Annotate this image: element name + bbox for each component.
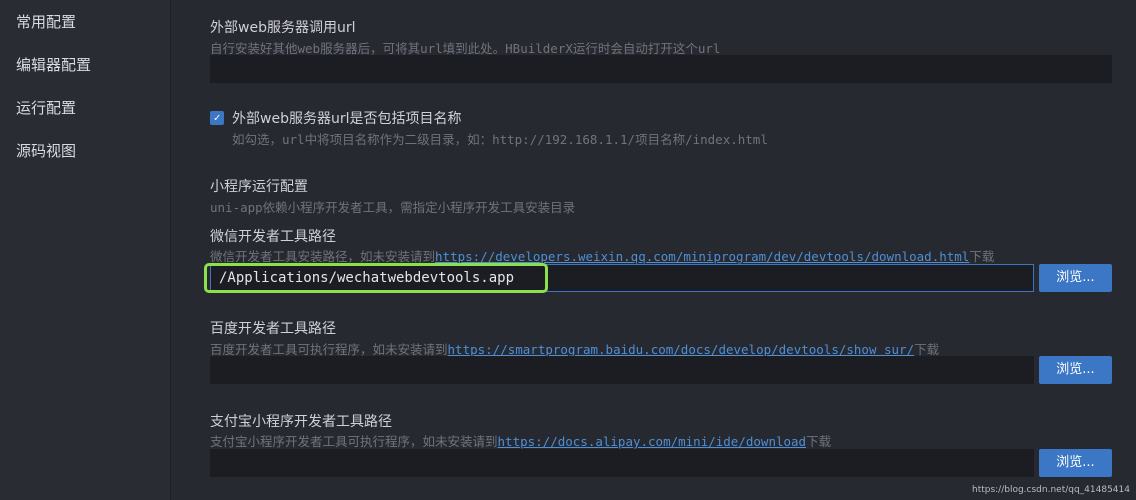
external-server-url-input[interactable] bbox=[211, 56, 1111, 82]
wechat-download-link[interactable]: https://developers.weixin.qq.com/minipro… bbox=[435, 249, 969, 264]
sidebar-item-source-view[interactable]: 源码视图 bbox=[16, 140, 76, 161]
alipay-path-field[interactable] bbox=[210, 449, 1034, 477]
baidu-path-field[interactable] bbox=[210, 356, 1034, 384]
baidu-path-input[interactable] bbox=[211, 357, 1033, 383]
wechat-path-input[interactable] bbox=[211, 265, 1033, 291]
alipay-desc-suffix: 下载 bbox=[806, 434, 832, 449]
include-project-title[interactable]: 外部web服务器url是否包括项目名称 bbox=[232, 108, 461, 128]
baidu-desc-suffix: 下载 bbox=[914, 342, 940, 357]
wechat-path-desc: 微信开发者工具安装路径，如未安装请到https://developers.wei… bbox=[210, 246, 994, 265]
miniprogram-section-title: 小程序运行配置 bbox=[210, 179, 308, 195]
sidebar-item-run[interactable]: 运行配置 bbox=[16, 97, 76, 118]
alipay-path-title: 支付宝小程序开发者工具路径 bbox=[210, 414, 392, 430]
sidebar-item-general[interactable]: 常用配置 bbox=[16, 11, 76, 32]
alipay-download-link[interactable]: https://docs.alipay.com/mini/ide/downloa… bbox=[498, 434, 807, 449]
baidu-download-link[interactable]: https://smartprogram.baidu.com/docs/deve… bbox=[448, 342, 915, 357]
include-project-desc: 如勾选，url中将项目名称作为二级目录，如：http://192.168.1.1… bbox=[232, 132, 768, 147]
alipay-desc-prefix: 支付宝小程序开发者工具可执行程序，如未安装请到 bbox=[210, 434, 498, 449]
wechat-path-field[interactable] bbox=[210, 264, 1034, 292]
wechat-browse-button[interactable]: 浏览... bbox=[1039, 264, 1112, 292]
watermark: https://blog.csdn.net/qq_41485414 bbox=[971, 485, 1130, 495]
sidebar-item-editor[interactable]: 编辑器配置 bbox=[16, 54, 91, 75]
wechat-path-title: 微信开发者工具路径 bbox=[210, 229, 336, 245]
baidu-path-title: 百度开发者工具路径 bbox=[210, 321, 336, 337]
external-server-url-field[interactable] bbox=[210, 55, 1112, 83]
miniprogram-section-desc: uni-app依赖小程序开发者工具，需指定小程序开发工具安装目录 bbox=[210, 200, 576, 215]
alipay-path-input[interactable] bbox=[211, 450, 1033, 476]
settings-sidebar: 常用配置 编辑器配置 运行配置 源码视图 bbox=[0, 0, 171, 500]
include-project-checkbox[interactable]: ✓ bbox=[210, 111, 224, 125]
alipay-browse-button[interactable]: 浏览... bbox=[1039, 449, 1112, 477]
wechat-desc-prefix: 微信开发者工具安装路径，如未安装请到 bbox=[210, 249, 436, 264]
baidu-desc-prefix: 百度开发者工具可执行程序，如未安装请到 bbox=[210, 342, 448, 357]
settings-panel: 外部web服务器调用url 自行安装好其他web服务器后，可将其url填到此处。… bbox=[171, 0, 1136, 500]
wechat-desc-suffix: 下载 bbox=[969, 249, 995, 264]
external-server-title: 外部web服务器调用url bbox=[210, 20, 356, 36]
alipay-path-desc: 支付宝小程序开发者工具可执行程序，如未安装请到https://docs.alip… bbox=[210, 431, 831, 450]
baidu-browse-button[interactable]: 浏览... bbox=[1039, 356, 1112, 384]
